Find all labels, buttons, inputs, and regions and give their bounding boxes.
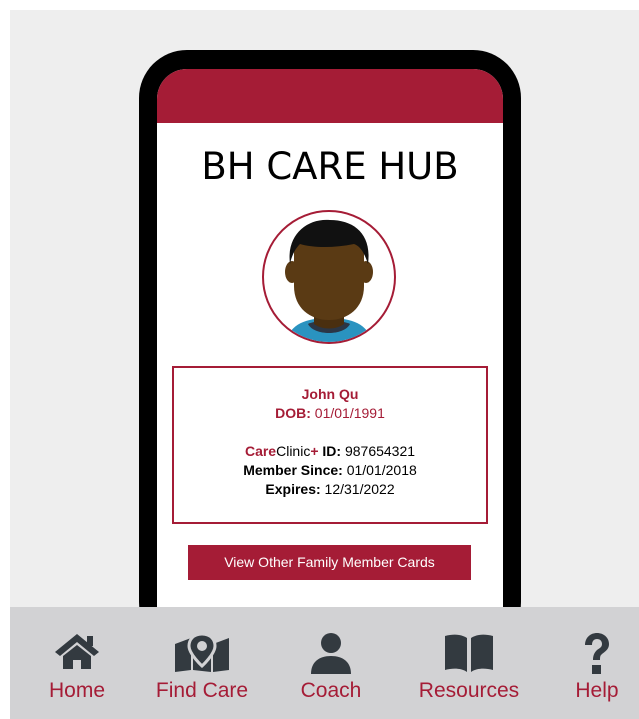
avatar-person-icon bbox=[285, 219, 373, 342]
nav-item-resources[interactable]: Resources bbox=[419, 607, 519, 719]
nav-label-find-care: Find Care bbox=[155, 679, 249, 702]
nav-item-help[interactable]: Help bbox=[568, 607, 626, 719]
member-since-label: Member Since: bbox=[243, 462, 343, 478]
member-name: John Qu bbox=[301, 386, 359, 402]
member-since-value: 01/01/2018 bbox=[346, 462, 417, 478]
member-dob-row: DOB: 01/01/1991 bbox=[174, 404, 486, 423]
view-family-cards-button[interactable]: View Other Family Member Cards bbox=[188, 545, 471, 580]
bottom-nav: Home Find Care Coach Resources Help bbox=[10, 607, 639, 719]
map-pin-icon bbox=[175, 632, 229, 672]
phone-header-bar bbox=[157, 69, 503, 123]
member-id-row: CareClinic+ ID: 987654321 bbox=[174, 442, 486, 461]
question-icon bbox=[585, 633, 609, 674]
brand-clinic-text: Clinic bbox=[276, 443, 311, 459]
home-icon bbox=[55, 634, 99, 669]
expires-value: 12/31/2022 bbox=[324, 481, 395, 497]
phone-frame: BH CARE HUB John Qu DOB: 01/01/1991 Care… bbox=[139, 50, 521, 650]
brand-care-text: Care bbox=[244, 443, 277, 459]
member-id-card: John Qu DOB: 01/01/1991 CareClinic+ ID: … bbox=[172, 366, 488, 524]
nav-item-coach[interactable]: Coach bbox=[301, 607, 361, 719]
expires-label: Expires: bbox=[265, 481, 321, 497]
id-value: 987654321 bbox=[344, 443, 416, 459]
nav-label-help: Help bbox=[575, 679, 619, 702]
nav-label-home: Home bbox=[48, 679, 106, 702]
nav-label-coach: Coach bbox=[300, 679, 362, 702]
dob-label: DOB: bbox=[275, 405, 311, 421]
avatar bbox=[262, 210, 396, 344]
dob-value: 01/01/1991 bbox=[314, 405, 385, 421]
nav-item-find-care[interactable]: Find Care bbox=[156, 607, 248, 719]
nav-item-home[interactable]: Home bbox=[48, 607, 106, 719]
person-icon bbox=[311, 633, 351, 674]
member-since-row: Member Since: 01/01/2018 bbox=[174, 461, 486, 480]
id-label: ID: bbox=[322, 443, 342, 459]
app-title: BH CARE HUB bbox=[201, 145, 459, 188]
expires-row: Expires: 12/31/2022 bbox=[174, 480, 486, 499]
nav-label-resources: Resources bbox=[418, 679, 520, 702]
brand-plus-text: + bbox=[310, 443, 319, 459]
book-icon bbox=[445, 634, 493, 672]
phone-screen: BH CARE HUB John Qu DOB: 01/01/1991 Care… bbox=[157, 69, 503, 629]
